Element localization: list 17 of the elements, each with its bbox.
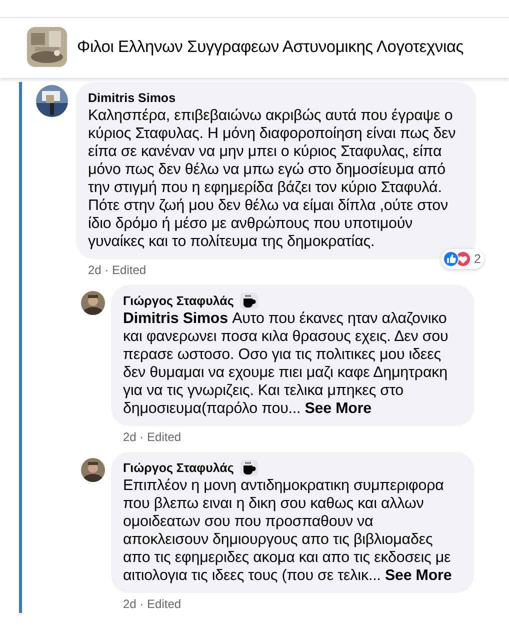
comment-text: Επιπλέον η μονη αντιδημοκρατικη συμπεριφορα που βλεπω ειναι η δικη σου καθως και αλλων ομοιδεατων σου που προσπαθουν να αποκλεισουν δημιουργους απο τις βιβλιομαδες απο τις εφημεριδες ακομα και απο τις εκδοσεις με αιτιολογια τις ιδεες τους (που σε τελικ... See More [123,477,453,585]
comment-meta: 2d · Edited [123,597,182,611]
see-more-link[interactable]: See More [304,400,372,417]
see-more-link[interactable]: See More [384,567,452,584]
comment-meta: 2d · Edited [88,263,148,277]
comment-meta: 2d · Edited [123,430,182,444]
comment-text: Καλησπέρα, επιβεβαιώνω ακριβώς αυτά που έγραψε ο κύριος Σταφυλας. Η μόνη διαφοροποίηση είναι πως δεν είπα σε κανέναν να μην μπει ο κύριος Σταφυλας, είπα μόνο πως δεν θέλω να μπω εγώ στο δημοσίευμα από την στιγμή που η εφημερίδα βάζει τον κύριο Σταφυλά. Πότε στην ζωή μου δεν θέλω να είμαι δίπλα ,ούτε στον ίδιο δρόμο ή μέσο με ανθρώπους που υποτιμούν γυναίκες και το πολίτευμα της δημοκρατίας. [88,107,457,251]
coffee-cup-icon [240,292,258,308]
coffee-cup-icon [240,460,258,476]
author-name[interactable]: Γιώργος Σταφυλάς [123,294,234,308]
author-name[interactable]: Dimitris Simos [88,90,176,104]
thumbs-up-icon [443,251,460,267]
reaction-count: 2 [474,252,481,266]
author-name[interactable]: Γιώργος Σταφυλάς [123,460,234,474]
group-title[interactable]: Φιλοι Ελληνων Συγγραφεων Αστυνομικης Λογοτεχνιας [77,38,464,56]
comment-text: Dimitris Simos Αυτο που έκανες ηταν αλαζονικο και φανερωνει ποσα κιλα θρασους εχεις. Δεν σου περασε ωστοσο. Οσο για τις πολιτικες μου ιδεες δεν θυμαμαι να εχουμε πιει μαζι καφε Δημητρακη για να τις γνωριζεις. Και τελικα μπηκες στο δημοσιευμα(παρόλο που... See More [123,310,450,418]
reaction-summary[interactable]: 2 [441,249,484,269]
